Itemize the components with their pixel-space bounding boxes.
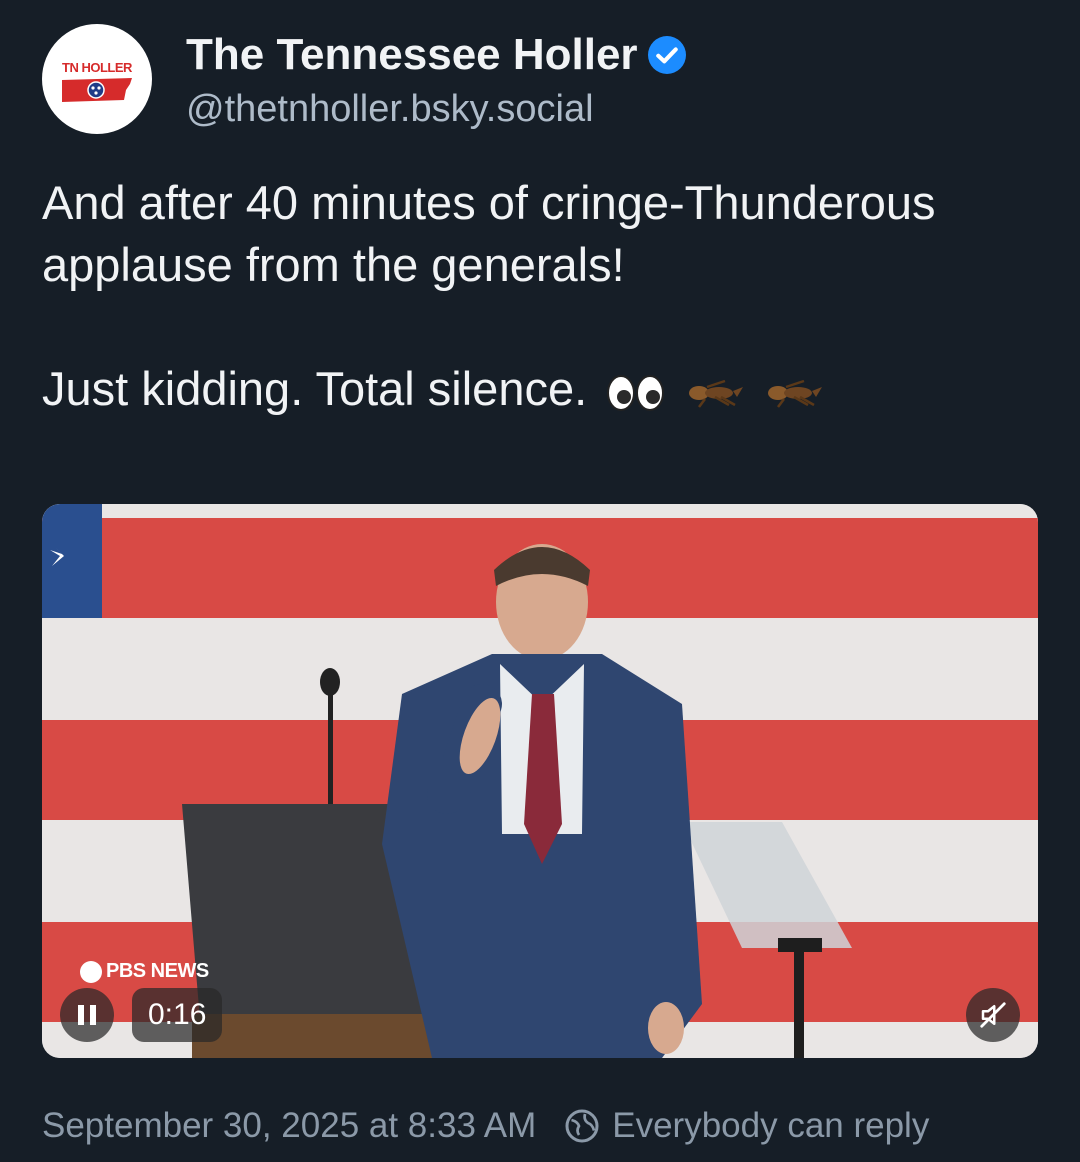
video-player[interactable]: PBS NEWS 0:16	[42, 504, 1038, 1058]
video-timestamp: 0:16	[132, 988, 223, 1042]
author-display-name[interactable]: The Tennessee Holler	[186, 30, 638, 80]
eyes-emoji	[607, 374, 665, 411]
cricket-emoji	[689, 379, 744, 408]
pbs-news-watermark: PBS NEWS	[80, 960, 209, 983]
pause-button[interactable]	[60, 988, 114, 1042]
verified-badge-icon	[647, 36, 686, 74]
post-meta: September 30, 2025 at 8:33 AM Everybody …	[42, 1106, 929, 1146]
mute-toggle-button[interactable]	[966, 988, 1020, 1042]
globe-icon	[565, 1109, 599, 1143]
muted-speaker-icon	[980, 1002, 1006, 1028]
post-paragraph: Just kidding. Total silence.	[42, 358, 1022, 420]
post-paragraph-text: Just kidding. Total silence.	[42, 362, 588, 415]
avatar-logo-text: TN HOLLER	[62, 60, 132, 75]
reply-setting[interactable]: Everybody can reply	[612, 1106, 929, 1146]
post-date[interactable]: September 30, 2025 at 8:33 AM	[42, 1106, 536, 1146]
author-handle[interactable]: @thetnholler.bsky.social	[186, 88, 594, 131]
post-paragraph: And after 40 minutes of cringe-Thunderou…	[42, 176, 936, 291]
pause-icon	[90, 1005, 96, 1025]
author-name-row[interactable]: The Tennessee Holler	[186, 30, 686, 80]
cricket-emoji	[768, 379, 823, 408]
tennessee-shape-icon	[62, 78, 132, 102]
pbs-logo-icon	[80, 960, 102, 983]
pause-icon	[78, 1005, 84, 1025]
post-body: And after 40 minutes of cringe-Thunderou…	[42, 172, 1022, 420]
watermark-text: PBS NEWS	[106, 960, 209, 982]
author-avatar[interactable]: TN HOLLER	[42, 24, 152, 134]
